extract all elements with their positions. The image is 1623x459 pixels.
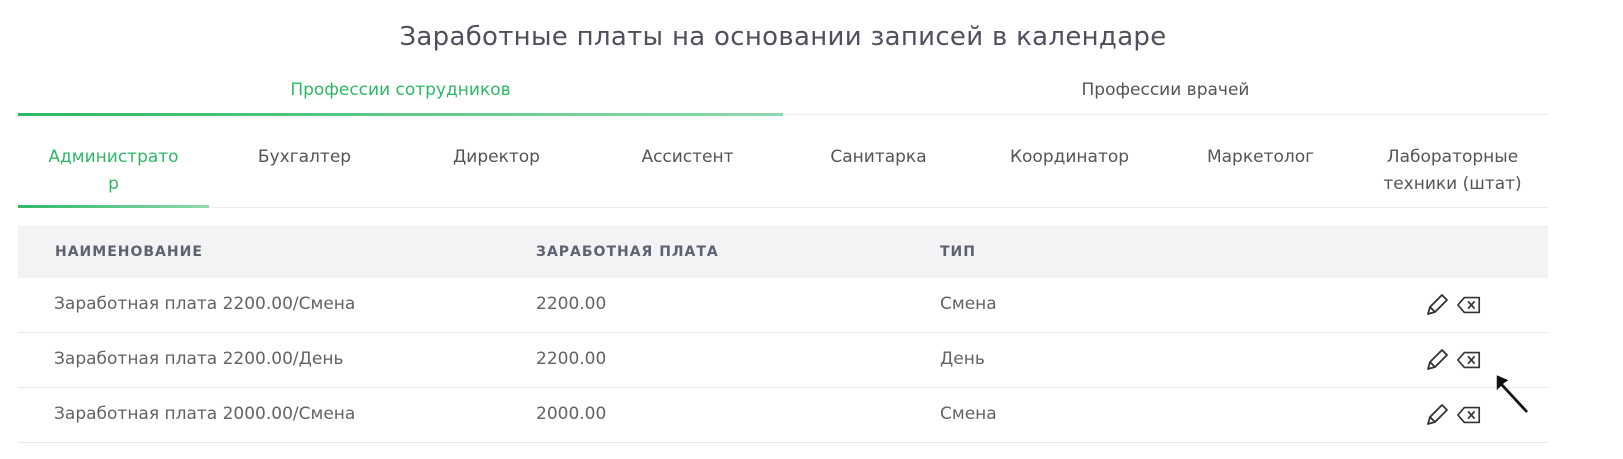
tab-label: Бухгалтер (257, 147, 352, 167)
cell-name: Заработная плата 2200.00/День (54, 349, 344, 369)
main-tabs: Профессии сотрудников Профессии врачей (18, 72, 1548, 116)
pencil-icon[interactable] (1424, 292, 1450, 318)
tab-director[interactable]: Директор (401, 144, 592, 171)
tab-label: Профессии сотрудников (290, 80, 511, 100)
profession-tabs: Администрато р Бухгалтер Директор Ассист… (18, 130, 1548, 208)
pencil-icon[interactable] (1424, 347, 1450, 373)
cell-salary: 2200.00 (536, 349, 607, 369)
backspace-x-icon[interactable] (1456, 402, 1482, 428)
cell-type: Смена (940, 294, 997, 314)
active-tab-indicator (18, 113, 783, 116)
backspace-x-icon[interactable] (1456, 292, 1482, 318)
salary-table: НАИМЕНОВАНИЕ ЗАРАБОТНАЯ ПЛАТА ТИП Зарабо… (18, 226, 1548, 443)
cell-salary: 2000.00 (536, 404, 607, 424)
row-actions (1424, 347, 1482, 373)
tab-label: Ассистент (641, 147, 734, 167)
cell-type: День (940, 349, 985, 369)
table-row: Заработная плата 2200.00/День 2200.00 Де… (18, 333, 1548, 388)
tab-label: Администрато р (48, 147, 179, 194)
tab-label: Директор (453, 147, 540, 167)
cell-salary: 2200.00 (536, 294, 607, 314)
row-actions (1424, 402, 1482, 428)
column-header-name[interactable]: НАИМЕНОВАНИЕ (55, 244, 203, 260)
tab-label: Координатор (1009, 147, 1130, 167)
tab-employee-professions[interactable]: Профессии сотрудников (18, 72, 783, 116)
active-tab-indicator (18, 205, 209, 208)
cell-name: Заработная плата 2000.00/Смена (54, 404, 356, 424)
cell-name: Заработная плата 2200.00/Смена (54, 294, 356, 314)
tab-lab-technicians[interactable]: Лабораторные техники (штат) (1357, 144, 1548, 198)
tab-coordinator[interactable]: Координатор (974, 144, 1165, 171)
tab-accountant[interactable]: Бухгалтер (209, 144, 400, 171)
tab-doctor-professions[interactable]: Профессии врачей (783, 72, 1548, 115)
tab-label: Маркетолог (1206, 147, 1315, 167)
table-row: Заработная плата 2200.00/Смена 2200.00 С… (18, 278, 1548, 333)
backspace-x-icon[interactable] (1456, 347, 1482, 373)
tab-orderly[interactable]: Санитарка (783, 144, 974, 171)
tab-label: Профессии врачей (1081, 80, 1250, 100)
table-row: Заработная плата 2000.00/Смена 2000.00 С… (18, 388, 1548, 443)
row-actions (1424, 292, 1482, 318)
column-header-salary[interactable]: ЗАРАБОТНАЯ ПЛАТА (536, 244, 719, 260)
column-header-type[interactable]: ТИП (940, 244, 976, 260)
tab-marketer[interactable]: Маркетолог (1165, 144, 1356, 171)
pencil-icon[interactable] (1424, 402, 1450, 428)
mouse-cursor-icon (1495, 373, 1530, 415)
tab-assistant[interactable]: Ассистент (592, 144, 783, 171)
tab-administrator[interactable]: Администрато р (18, 144, 209, 198)
page: Заработные платы на основании записей в … (0, 0, 1623, 459)
cell-type: Смена (940, 404, 997, 424)
tab-label: Санитарка (830, 147, 927, 167)
table-header: НАИМЕНОВАНИЕ ЗАРАБОТНАЯ ПЛАТА ТИП (18, 226, 1548, 278)
tab-label: Лабораторные техники (штат) (1383, 147, 1522, 194)
page-title: Заработные платы на основании записей в … (399, 22, 1167, 52)
